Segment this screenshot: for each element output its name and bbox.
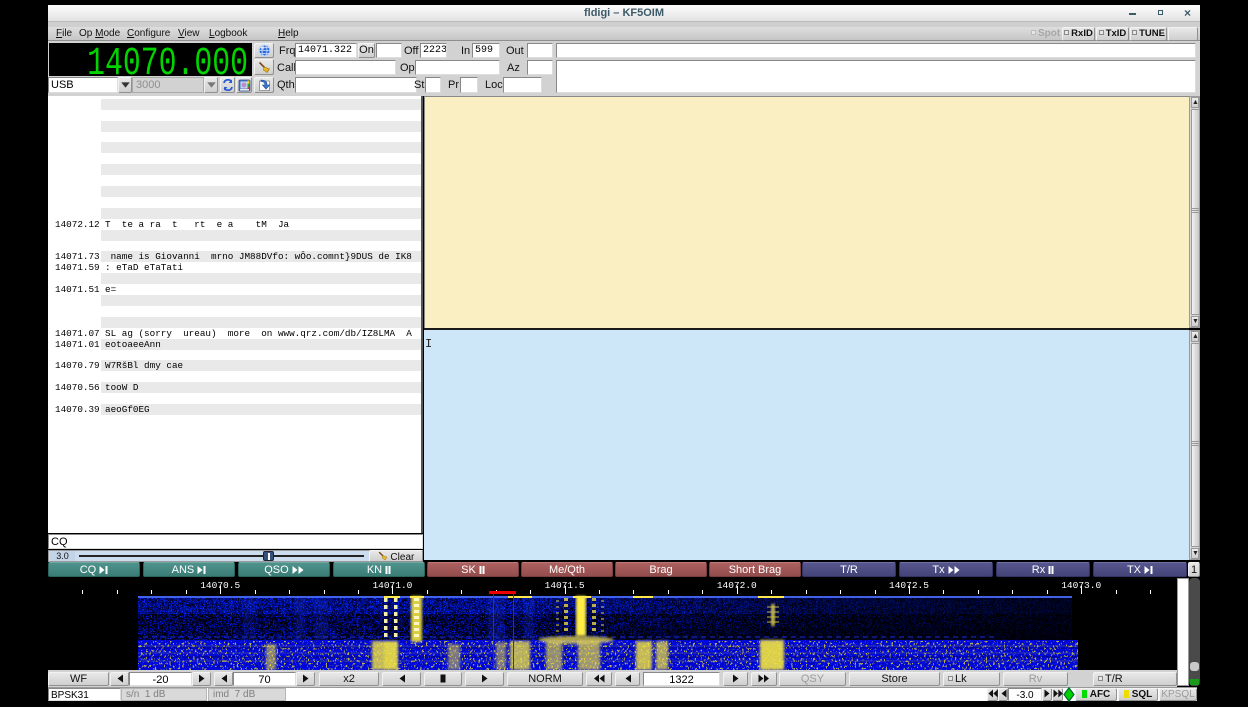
svg-text:14071.5: 14071.5: [545, 580, 585, 591]
svg-text:14072.0: 14072.0: [717, 580, 757, 591]
